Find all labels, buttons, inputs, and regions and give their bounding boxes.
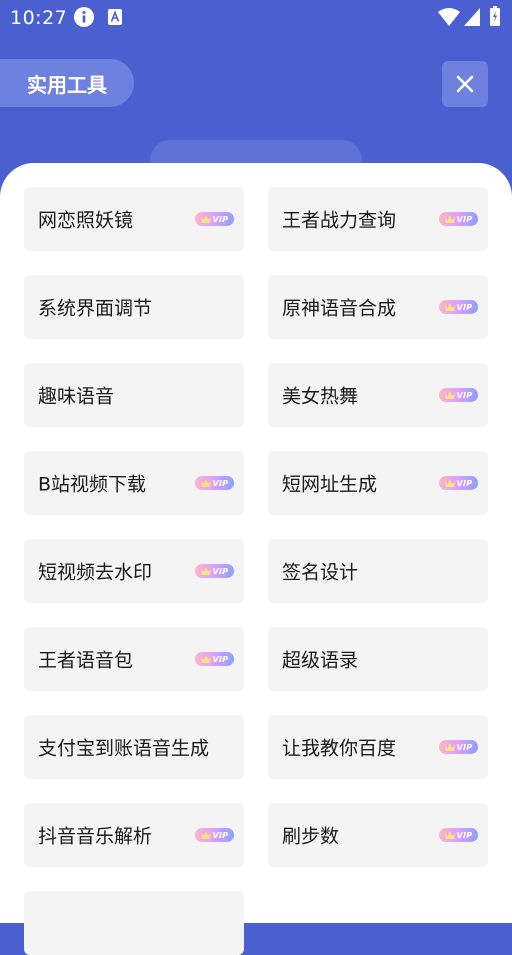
- vip-badge: VIP: [195, 212, 234, 226]
- tool-label: 王者语音包: [38, 649, 134, 672]
- vip-text: VIP: [212, 214, 229, 224]
- tool-label: 网恋照妖镜: [38, 209, 134, 232]
- vip-badge: VIP: [439, 212, 478, 226]
- vip-badge: VIP: [195, 564, 234, 578]
- tool-card[interactable]: [24, 891, 244, 955]
- tool-label: 支付宝到账语音生成: [38, 737, 210, 760]
- vip-text: VIP: [212, 478, 229, 488]
- tool-label: 美女热舞: [282, 385, 359, 408]
- tool-card[interactable]: 原神语音合成 VIP: [268, 275, 488, 339]
- crown-icon: [200, 655, 211, 663]
- crown-icon: [200, 567, 211, 575]
- tool-card[interactable]: 签名设计: [268, 539, 488, 603]
- tool-label: 让我教你百度: [282, 737, 397, 760]
- tool-card[interactable]: 美女热舞 VIP: [268, 363, 488, 427]
- tool-card[interactable]: 超级语录: [268, 627, 488, 691]
- vip-badge: VIP: [439, 300, 478, 314]
- tool-label: 超级语录: [282, 649, 359, 672]
- crown-icon: [444, 391, 455, 399]
- text-a-icon: [108, 9, 122, 25]
- crown-icon: [444, 215, 455, 223]
- tool-card[interactable]: 王者战力查询 VIP: [268, 187, 488, 251]
- tool-card[interactable]: 短网址生成 VIP: [268, 451, 488, 515]
- wifi-icon: [438, 8, 460, 26]
- crown-icon: [200, 479, 211, 487]
- tool-label: 原神语音合成: [282, 297, 397, 320]
- vip-badge: VIP: [439, 740, 478, 754]
- status-time: 10:27: [10, 7, 68, 29]
- tool-label: 抖音音乐解析: [38, 825, 153, 848]
- tool-label: 短视频去水印: [38, 561, 153, 584]
- tool-label: 王者战力查询: [282, 209, 397, 232]
- crown-icon: [444, 743, 455, 751]
- vip-badge: VIP: [439, 476, 478, 490]
- close-button[interactable]: [442, 61, 488, 107]
- vip-text: VIP: [212, 830, 229, 840]
- crown-icon: [200, 215, 211, 223]
- vip-badge: VIP: [439, 388, 478, 402]
- tool-label: 刷步数: [282, 825, 340, 848]
- tool-card[interactable]: 网恋照妖镜 VIP: [24, 187, 244, 251]
- crown-icon: [200, 831, 211, 839]
- vip-text: VIP: [456, 830, 473, 840]
- signal-icon: [464, 8, 480, 26]
- page-title-text: 实用工具: [27, 72, 107, 97]
- vip-text: VIP: [212, 654, 229, 664]
- vip-text: VIP: [456, 742, 473, 752]
- tool-card[interactable]: 王者语音包 VIP: [24, 627, 244, 691]
- tool-card[interactable]: B站视频下载 VIP: [24, 451, 244, 515]
- vip-text: VIP: [456, 478, 473, 488]
- vip-text: VIP: [456, 214, 473, 224]
- crown-icon: [444, 479, 455, 487]
- page-title: 实用工具: [0, 59, 134, 107]
- info-icon: [74, 7, 94, 27]
- status-bar: 10:27: [0, 0, 512, 36]
- close-icon: [456, 75, 474, 93]
- crown-icon: [444, 303, 455, 311]
- crown-icon: [444, 831, 455, 839]
- tool-card[interactable]: 趣味语音: [24, 363, 244, 427]
- tool-card[interactable]: 系统界面调节: [24, 275, 244, 339]
- vip-text: VIP: [456, 302, 473, 312]
- vip-badge: VIP: [195, 652, 234, 666]
- tool-label: 短网址生成: [282, 473, 378, 496]
- tool-card[interactable]: 抖音音乐解析 VIP: [24, 803, 244, 867]
- tool-card[interactable]: 支付宝到账语音生成: [24, 715, 244, 779]
- vip-badge: VIP: [195, 476, 234, 490]
- tool-label: 签名设计: [282, 561, 359, 584]
- tool-card[interactable]: 刷步数 VIP: [268, 803, 488, 867]
- tool-label: B站视频下载: [38, 473, 147, 496]
- tool-label: 系统界面调节: [38, 297, 153, 320]
- vip-badge: VIP: [439, 828, 478, 842]
- vip-badge: VIP: [195, 828, 234, 842]
- tool-card[interactable]: 短视频去水印 VIP: [24, 539, 244, 603]
- vip-text: VIP: [456, 390, 473, 400]
- tool-card[interactable]: 让我教你百度 VIP: [268, 715, 488, 779]
- vip-text: VIP: [212, 566, 229, 576]
- battery-icon: [490, 6, 500, 26]
- tool-label: 趣味语音: [38, 385, 115, 408]
